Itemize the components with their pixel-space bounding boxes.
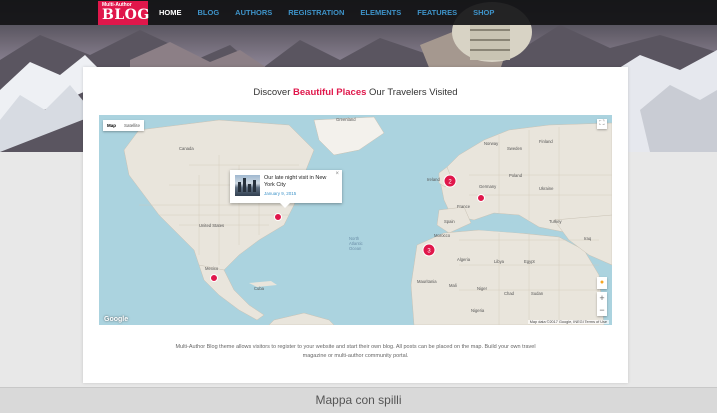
map-label-norway: Norway — [484, 141, 499, 146]
map-label-mali: Mali — [449, 283, 457, 288]
content-card: Discover Beautiful Places Our Travelers … — [83, 67, 628, 383]
map-label-mauritania: Mauritania — [417, 279, 437, 284]
info-thumbnail — [235, 175, 260, 196]
nav-item-home[interactable]: HOME — [159, 0, 182, 25]
map-label-france: France — [457, 204, 471, 209]
section-description: Multi-Author Blog theme allows visitors … — [175, 344, 536, 359]
map-info-window[interactable]: Our late night visit in New York City Ja… — [230, 170, 342, 208]
zoom-out-button[interactable]: − — [597, 304, 607, 316]
map-label-ocean: North Atlantic Ocean — [349, 236, 363, 251]
map-label-spain: Spain — [444, 219, 455, 224]
map-label-greenland: Greenland — [336, 117, 356, 122]
map-pin-europe — [477, 194, 485, 202]
nav-item-features[interactable]: FEATURES — [417, 0, 457, 25]
map-label-sweden: Sweden — [507, 146, 523, 151]
info-title[interactable]: Our late night visit in New York City — [264, 175, 332, 189]
map-label-finland: Finland — [539, 139, 553, 144]
street-view-pegman-icon[interactable]: ● — [597, 277, 607, 289]
close-icon[interactable]: × — [335, 171, 339, 177]
zoom-control: + − — [597, 292, 607, 316]
nav-item-registration[interactable]: REGISTRATION — [288, 0, 344, 25]
map-label-turkey: Turkey — [549, 219, 563, 224]
map-pin-new-york — [274, 213, 282, 221]
image-caption: Mappa con spilli — [0, 387, 717, 413]
map-label-poland: Poland — [509, 173, 523, 178]
map-pin-mexico — [210, 274, 218, 282]
map-label-nigeria: Nigeria — [471, 308, 485, 313]
main-menu: HOME BLOG AUTHORS REGISTRATION ELEMENTS … — [159, 0, 510, 25]
world-map[interactable]: 2 3 Greenland Canada United States Mexic… — [99, 115, 612, 325]
map-type-control: Map Satellite — [103, 120, 145, 131]
map-label-cuba: Cuba — [254, 286, 265, 291]
map-label-germany: Germany — [479, 184, 497, 189]
zoom-in-button[interactable]: + — [597, 292, 607, 304]
map-label-ireland: Ireland — [427, 177, 440, 182]
map-label-morocco: Morocco — [434, 233, 451, 238]
map-label-united-states: United States — [199, 223, 224, 228]
nav-item-shop[interactable]: SHOP — [473, 0, 494, 25]
map-type-map-button[interactable]: Map — [103, 120, 120, 131]
title-highlight: Beautiful Places — [293, 87, 367, 98]
map-label-niger: Niger — [477, 286, 488, 291]
map-label-chad: Chad — [504, 291, 515, 296]
map-label-libya: Libya — [494, 259, 505, 264]
nav-item-blog[interactable]: BLOG — [198, 0, 220, 25]
map-label-algeria: Algeria — [457, 257, 471, 262]
map-type-satellite-button[interactable]: Satellite — [120, 120, 144, 131]
top-navigation: Multi-Author BLOG HOME BLOG AUTHORS REGI… — [0, 0, 717, 25]
section-title: Discover Beautiful Places Our Travelers … — [253, 87, 458, 98]
nav-item-authors[interactable]: AUTHORS — [235, 0, 272, 25]
map-label-canada: Canada — [179, 146, 194, 151]
map-label-egypt: Egypt — [524, 259, 536, 264]
nav-item-elements[interactable]: ELEMENTS — [360, 0, 401, 25]
site-logo[interactable]: Multi-Author BLOG — [98, 1, 149, 25]
map-attribution[interactable]: Map data ©2017 Google, INEGI Terms of Us… — [527, 320, 609, 324]
map-canvas[interactable]: 2 3 Greenland Canada United States Mexic… — [99, 115, 612, 325]
google-logo[interactable]: Google — [104, 316, 128, 323]
fullscreen-icon[interactable]: ⛶ — [597, 119, 607, 129]
info-date: January 9, 2015 — [264, 191, 297, 196]
map-label-iraq: Iraq — [584, 236, 592, 241]
map-label-ukraine: Ukraine — [539, 186, 554, 191]
map-label-sudan: Sudan — [531, 291, 544, 296]
map-label-mexico: Mexico — [205, 266, 219, 271]
